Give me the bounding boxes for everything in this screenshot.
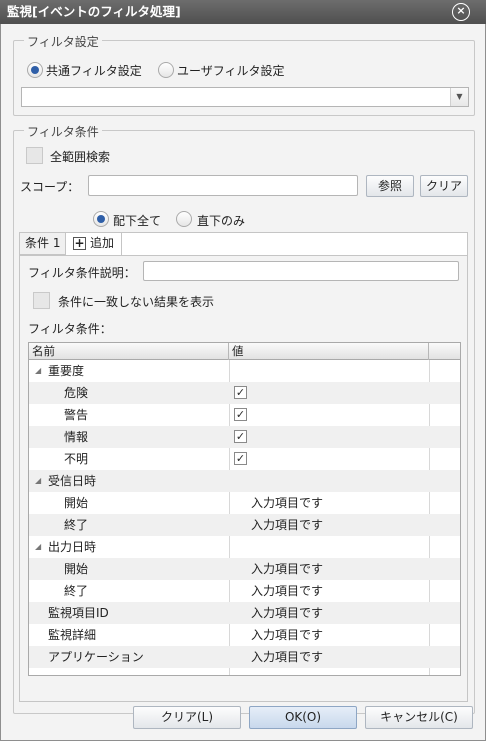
row-name: 終了 <box>64 518 89 532</box>
browse-button[interactable]: 参照 <box>366 175 414 197</box>
add-condition-tab[interactable]: + 追加 <box>68 233 122 255</box>
clear-button[interactable]: クリア(L) <box>133 706 241 729</box>
plus-icon: + <box>73 236 86 250</box>
row-value-checkbox[interactable]: ✓ <box>234 430 247 443</box>
row-value-checkbox[interactable]: ✓ <box>234 386 247 399</box>
row-name: 監視項目ID <box>48 606 109 620</box>
row-name: 情報 <box>64 430 89 444</box>
table-row[interactable]: ◢ 重要度 <box>29 360 460 382</box>
scope-input[interactable] <box>88 175 358 196</box>
scope-direct-radio[interactable] <box>176 211 192 227</box>
row-value[interactable]: 入力項目です <box>251 492 323 514</box>
row-name: アプリケーション <box>48 650 144 664</box>
row-value-checkbox[interactable]: ✓ <box>234 408 247 421</box>
table-row[interactable]: 情報 ✓ <box>29 426 460 448</box>
scope-all-radio[interactable] <box>93 211 109 227</box>
filter-select[interactable]: ▼ <box>21 87 469 107</box>
row-value[interactable]: 入力項目です <box>251 514 323 536</box>
table-row[interactable]: 開始 入力項目です <box>29 558 460 580</box>
row-name: 重要度 <box>48 364 85 378</box>
table-row[interactable]: 警告 ✓ <box>29 404 460 426</box>
common-filter-radio[interactable] <box>27 62 43 78</box>
description-input[interactable] <box>143 261 459 281</box>
dialog-body: フィルタ設定 共通フィルタ設定 ユーザフィルタ設定 ▼ フィルタ条件 全範囲検索… <box>0 24 486 741</box>
cancel-button[interactable]: キャンセル(C) <box>365 706 473 729</box>
all-range-search-label: 全範囲検索 <box>50 150 111 164</box>
table-row[interactable]: ◢ 出力日時 <box>29 536 460 558</box>
conditions-grid[interactable]: 名前 値 ◢ 重要度 危険 ✓ 警告 ✓ 情報 ✓ 不明 ✓ ◢ 受信日時 開始 入力項目です 終了 入力項目… <box>28 342 461 676</box>
scope-all-label: 配下全て <box>113 214 162 228</box>
condition-tab-body: フィルタ条件説明： 条件に一致しない結果を表示 フィルタ条件： 名前 値 ◢ 重要… <box>20 255 467 701</box>
table-row[interactable]: 終了 入力項目です <box>29 580 460 602</box>
filter-conditions-legend: フィルタ条件 <box>24 123 102 140</box>
description-label: フィルタ条件説明： <box>28 266 136 280</box>
condition-tab-panel: 条件 1 + 追加 フィルタ条件説明： 条件に一致しない結果を表示 フィルタ条件… <box>19 232 468 702</box>
ok-button[interactable]: OK(O) <box>249 706 357 729</box>
collapse-triangle-icon[interactable]: ◢ <box>35 536 41 558</box>
table-row[interactable]: アプリケーション 入力項目です <box>29 646 460 668</box>
row-value[interactable]: 入力項目です <box>251 646 323 668</box>
row-name: 危険 <box>64 386 89 400</box>
row-name: 不明 <box>64 452 89 466</box>
table-row[interactable]: 不明 ✓ <box>29 448 460 470</box>
table-row[interactable]: 開始 入力項目です <box>29 492 460 514</box>
column-name-header[interactable]: 名前 <box>29 343 229 360</box>
grid-header: 名前 値 <box>29 343 460 360</box>
window-title: 監視[イベントのフィルタ処理] <box>7 4 181 19</box>
scope-direct-label: 直下のみ <box>197 214 246 228</box>
row-value[interactable]: 入力項目です <box>251 602 323 624</box>
show-nonmatching-label: 条件に一致しない結果を表示 <box>58 295 215 309</box>
row-name: 出力日時 <box>48 540 97 554</box>
scope-clear-button[interactable]: クリア <box>420 175 468 197</box>
conditions-label: フィルタ条件： <box>28 322 112 336</box>
table-row[interactable]: ◢ 受信日時 <box>29 470 460 492</box>
user-filter-label: ユーザフィルタ設定 <box>177 64 285 78</box>
row-name: 終了 <box>64 584 89 598</box>
row-name: 開始 <box>64 496 89 510</box>
window-titlebar: 監視[イベントのフィルタ処理] × <box>0 0 486 24</box>
scope-label: スコープ： <box>20 180 80 194</box>
chevron-down-icon[interactable]: ▼ <box>450 88 468 106</box>
table-row[interactable]: 監視詳細 入力項目です <box>29 624 460 646</box>
row-name: 警告 <box>64 408 89 422</box>
table-row[interactable]: 監視項目ID 入力項目です <box>29 602 460 624</box>
show-nonmatching-checkbox[interactable] <box>33 292 50 309</box>
row-value[interactable]: 入力項目です <box>251 580 323 602</box>
column-value-header[interactable]: 値 <box>229 343 429 360</box>
table-row[interactable]: 危険 ✓ <box>29 382 460 404</box>
collapse-triangle-icon[interactable]: ◢ <box>35 360 41 382</box>
all-range-search-checkbox[interactable] <box>26 147 43 164</box>
user-filter-radio[interactable] <box>158 62 174 78</box>
collapse-triangle-icon[interactable]: ◢ <box>35 470 41 492</box>
add-tab-label: 追加 <box>90 236 115 250</box>
table-row[interactable]: 終了 入力項目です <box>29 514 460 536</box>
row-value-checkbox[interactable]: ✓ <box>234 452 247 465</box>
filter-settings-legend: フィルタ設定 <box>24 33 102 50</box>
close-icon[interactable]: × <box>452 3 470 21</box>
row-name: 開始 <box>64 562 89 576</box>
row-name: 受信日時 <box>48 474 97 488</box>
row-value[interactable]: 入力項目です <box>251 624 323 646</box>
row-name: 監視詳細 <box>48 628 97 642</box>
tab-condition-1[interactable]: 条件 1 <box>20 233 67 255</box>
row-value[interactable]: 入力項目です <box>251 558 323 580</box>
common-filter-label: 共通フィルタ設定 <box>46 64 142 78</box>
filter-settings-group: フィルタ設定 共通フィルタ設定 ユーザフィルタ設定 ▼ <box>13 33 475 116</box>
